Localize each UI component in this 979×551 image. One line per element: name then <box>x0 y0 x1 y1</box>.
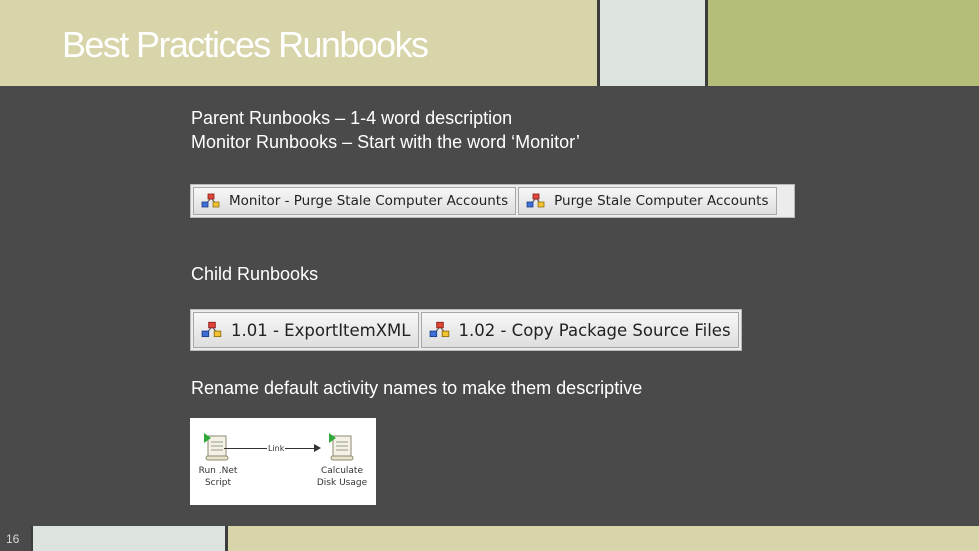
tab-copy-package-source[interactable]: 1.02 - Copy Package Source Files <box>420 312 739 348</box>
tab-export-item-xml[interactable]: 1.01 - ExportItemXML <box>193 312 419 348</box>
tab-monitor-purge[interactable]: Monitor - Purge Stale Computer Accounts <box>193 187 517 215</box>
tab-label: 1.01 - ExportItemXML <box>231 320 411 340</box>
link-arrowhead <box>314 444 321 452</box>
activity-icon[interactable] <box>201 431 233 463</box>
runbook-icon <box>526 193 545 208</box>
activity-diagram: Link Run .Net Script Calculate Disk Usag… <box>190 418 376 505</box>
footer-accent-light <box>33 526 228 551</box>
runbook-icon <box>201 193 220 208</box>
runbook-icon <box>201 321 222 338</box>
slide-title: Best Practices Runbooks <box>62 24 429 65</box>
tab-purge-stale[interactable]: Purge Stale Computer Accounts <box>518 187 777 215</box>
tab-label: Purge Stale Computer Accounts <box>554 193 769 209</box>
child-runbook-tabbar: 1.01 - ExportItemXML 1.02 - Copy Package… <box>190 309 742 351</box>
parent-runbook-tabbar: Monitor - Purge Stale Computer Accounts … <box>190 184 795 218</box>
link-label: Link <box>267 444 286 453</box>
monitor-runbooks-text: Monitor Runbooks – Start with the word ‘… <box>191 132 580 152</box>
activity-label-line: Disk Usage <box>316 478 368 488</box>
activity-label-calculate-disk-usage[interactable]: Calculate Disk Usage <box>310 465 374 489</box>
header-accent-green <box>708 0 979 86</box>
rename-activities-text: Rename default activity names to make th… <box>191 378 643 398</box>
activity-label-line: Script <box>204 478 232 488</box>
header-accent-light <box>597 0 708 86</box>
child-runbooks-heading: Child Runbooks <box>191 264 319 284</box>
tab-label: Monitor - Purge Stale Computer Accounts <box>229 193 509 209</box>
activity-label-line: Calculate <box>320 466 364 476</box>
activity-label-line: Run .Net <box>198 466 238 476</box>
parent-runbooks-text: Parent Runbooks – 1-4 word description <box>191 108 513 128</box>
runbook-icon <box>429 321 449 338</box>
activity-icon[interactable] <box>326 431 358 463</box>
slide-number: 16 <box>0 526 33 551</box>
tab-label: 1.02 - Copy Package Source Files <box>458 320 731 340</box>
footer-band <box>228 526 979 551</box>
activity-label-run-net-script[interactable]: Run .Net Script <box>186 465 250 489</box>
